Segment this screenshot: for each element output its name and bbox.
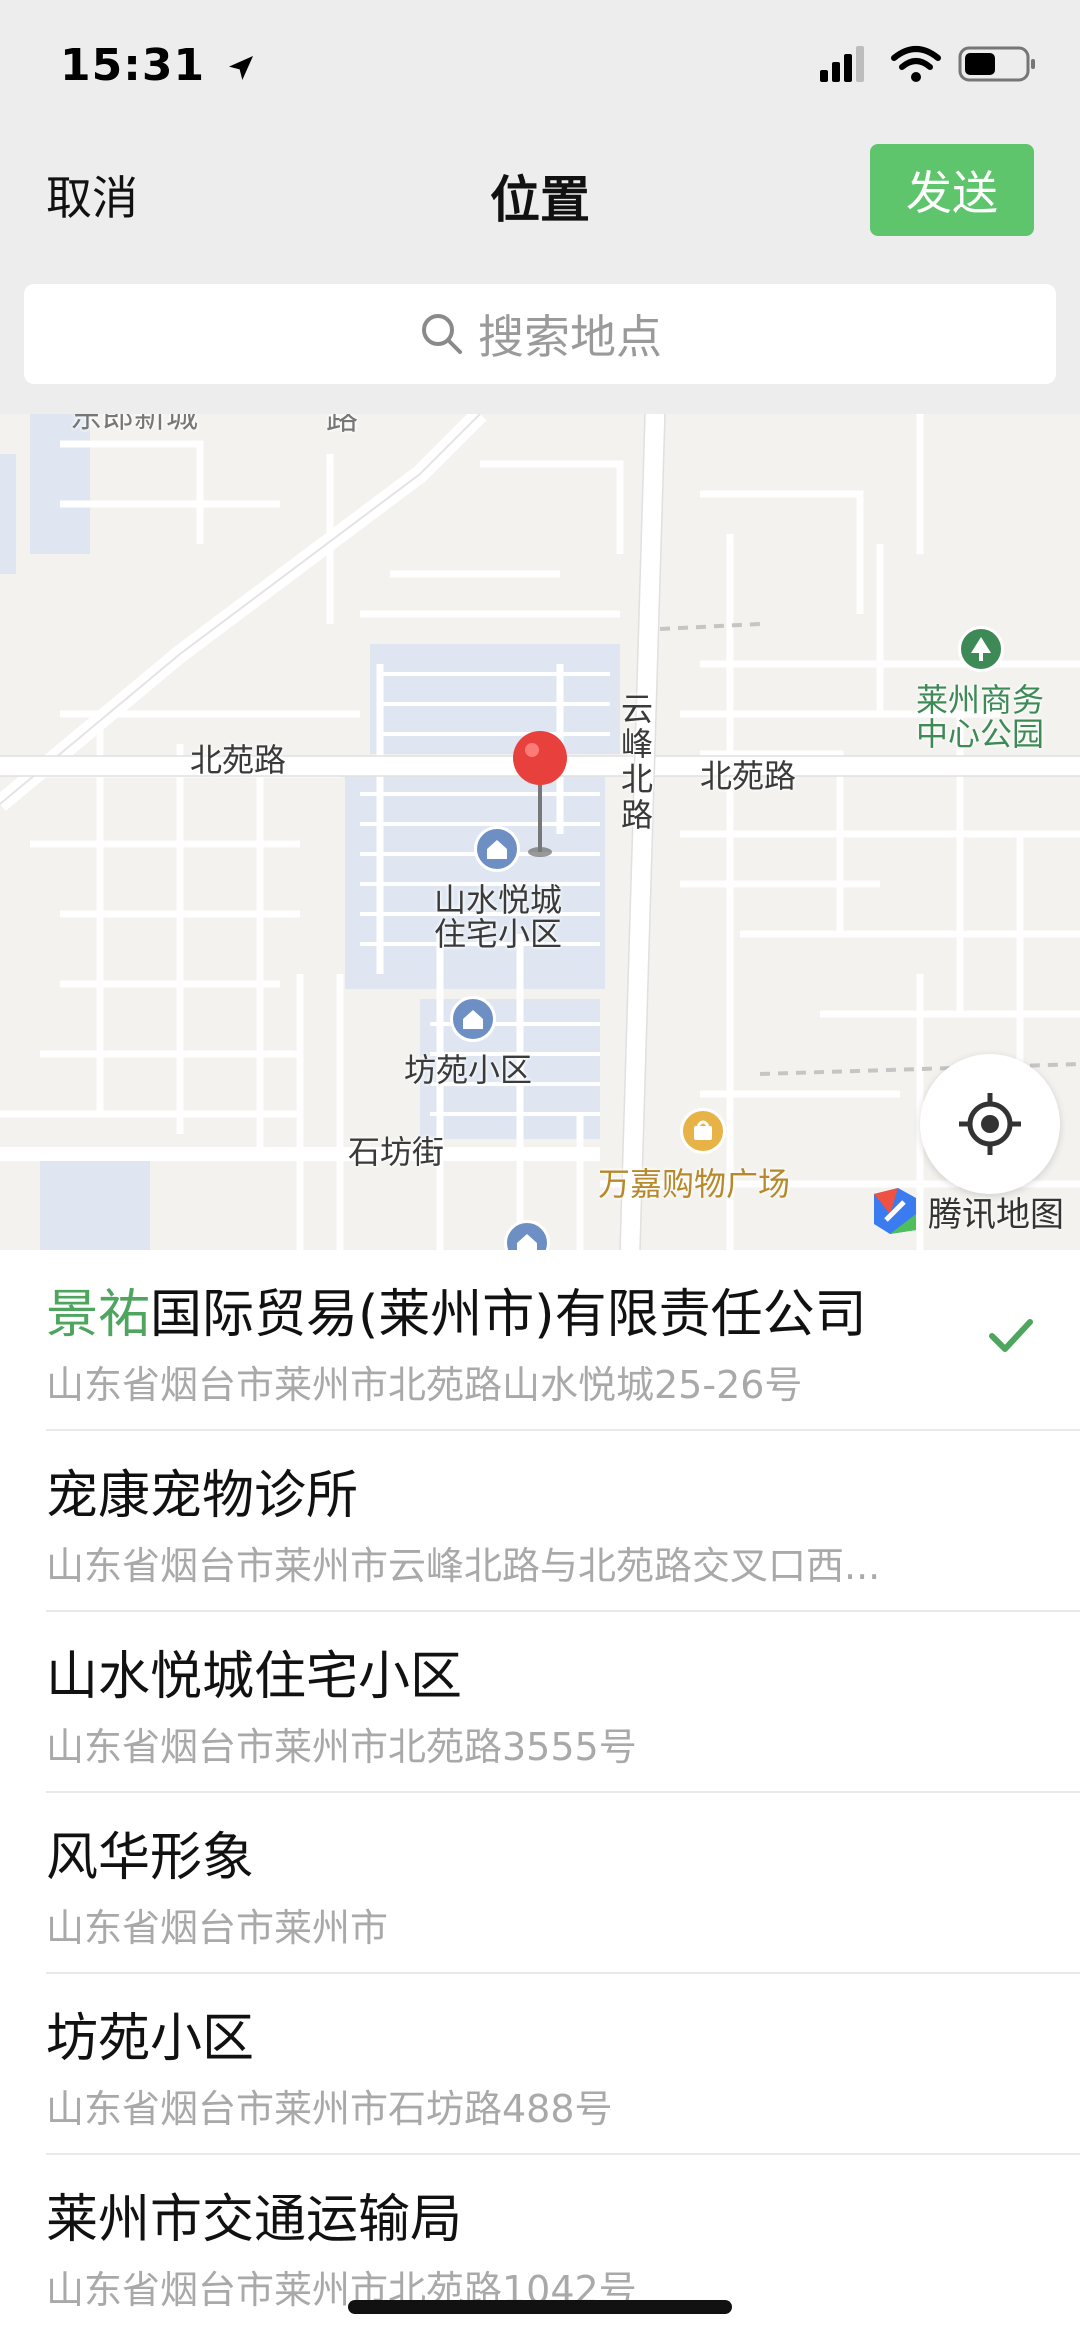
status-bar: 15:31	[0, 0, 1080, 132]
list-item-name: 山水悦城住宅小区	[46, 1647, 463, 1707]
list-item[interactable]: 宠康宠物诊所 山东省烟台市莱州市云峰北路与北苑路交叉口西...	[46, 1431, 1080, 1612]
signal-icon	[820, 46, 864, 82]
home-poi-icon-bottom[interactable]	[504, 1220, 550, 1250]
list-item-address: 山东省烟台市莱州市云峰北路与北苑路交叉口西...	[46, 1544, 881, 1588]
locate-me-button[interactable]	[920, 1054, 1060, 1194]
battery-icon	[958, 46, 1035, 82]
list-item-address: 山东省烟台市莱州市	[46, 1906, 389, 1950]
map-label-fangyuan-community: 坊苑小区	[404, 1051, 533, 1089]
list-item-name: 风华形象	[46, 1828, 255, 1888]
list-item[interactable]: 景祐国际贸易(莱州市)有限责任公司 山东省烟台市莱州市北苑路山水悦城25-26号	[46, 1250, 1080, 1431]
shopping-poi-icon[interactable]	[680, 1108, 726, 1154]
home-indicator[interactable]	[348, 2300, 732, 2314]
tencent-map-icon	[874, 1188, 916, 1234]
map-label-shifang-street: 石坊街	[348, 1133, 445, 1171]
status-time: 15:31	[60, 40, 257, 91]
map-label-shanshui-community: 山水悦城住宅小区	[433, 881, 562, 953]
search-area: 搜索地点	[0, 282, 1080, 414]
map-label-top-road: 路	[326, 414, 359, 437]
checkmark-icon	[989, 1319, 1033, 1352]
list-item-name-highlight: 景祐	[46, 1285, 151, 1345]
list-item-address: 山东省烟台市莱州市北苑路山水悦城25-26号	[46, 1363, 803, 1407]
home-poi-icon-fangyuan[interactable]	[450, 996, 496, 1042]
list-item-address: 山东省烟台市莱州市北苑路3555号	[46, 1725, 637, 1769]
send-button[interactable]: 发送	[870, 144, 1034, 236]
search-icon	[422, 314, 462, 354]
list-item-name: 莱州市交通运输局	[46, 2190, 463, 2250]
wifi-icon	[891, 46, 941, 82]
location-arrow-icon	[229, 56, 254, 80]
list-item[interactable]: 山水悦城住宅小区 山东省烟台市莱州市北苑路3555号	[46, 1612, 1080, 1793]
search-placeholder: 搜索地点	[478, 310, 662, 364]
list-item-name: 坊苑小区	[46, 2009, 255, 2069]
map-label-park: 莱州商务中心公园	[915, 681, 1044, 753]
map-label-beiyuan-road-east: 北苑路	[700, 757, 797, 795]
park-poi-icon[interactable]	[958, 626, 1004, 672]
list-item-name-rest: 国际贸易(莱州市)有限责任公司	[150, 1285, 867, 1345]
map-provider-label: 腾讯地图	[928, 1194, 1064, 1235]
map-label-beiyuan-road-west: 北苑路	[190, 741, 287, 779]
map-label-top-left: 东郎新城	[70, 414, 199, 435]
map-provider-logo: 腾讯地图	[868, 1184, 1064, 1238]
list-item-name: 宠康宠物诊所	[46, 1466, 359, 1526]
map-label-wanjia-mall: 万嘉购物广场	[598, 1165, 791, 1203]
search-input[interactable]: 搜索地点	[24, 284, 1056, 384]
location-pin-icon	[513, 731, 567, 857]
crosshair-icon	[959, 1093, 1021, 1155]
list-item[interactable]: 风华形象 山东省烟台市莱州市	[46, 1793, 1080, 1974]
map-label-yunfeng-north-road: 云峰北路	[620, 690, 653, 834]
list-item-name: 景祐国际贸易(莱州市)有限责任公司	[46, 1272, 867, 1347]
location-results-list: 景祐国际贸易(莱州市)有限责任公司 山东省烟台市莱州市北苑路山水悦城25-26号…	[0, 1250, 1080, 2336]
nav-bar: 取消 位置 发送	[0, 132, 1080, 282]
map-view[interactable]: 东郎新城 路 北苑路 北苑路 云峰北路 莱州商务中心公园 山水悦城住宅小区 坊苑…	[0, 414, 1080, 1250]
status-icons	[820, 44, 1040, 84]
list-item[interactable]: 坊苑小区 山东省烟台市莱州市石坊路488号	[46, 1974, 1080, 2155]
list-item-address: 山东省烟台市莱州市石坊路488号	[46, 2087, 613, 2131]
